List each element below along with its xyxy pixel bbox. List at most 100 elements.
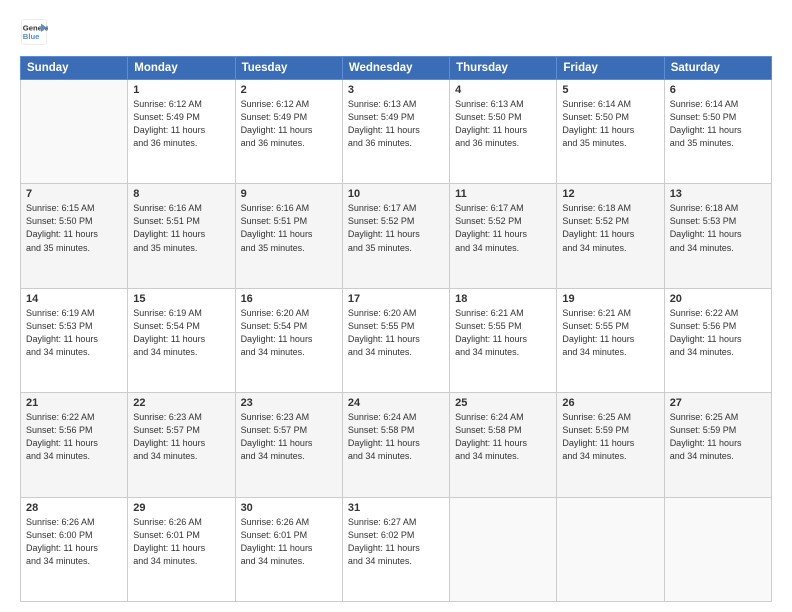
day-number: 3 [348, 84, 444, 96]
day-number: 10 [348, 188, 444, 200]
day-info: Sunrise: 6:19 AMSunset: 5:53 PMDaylight:… [26, 307, 122, 359]
day-number: 6 [670, 84, 766, 96]
day-number: 20 [670, 293, 766, 305]
day-info: Sunrise: 6:22 AMSunset: 5:56 PMDaylight:… [670, 307, 766, 359]
day-number: 24 [348, 397, 444, 409]
week-row-1: 1 Sunrise: 6:12 AMSunset: 5:49 PMDaylight… [21, 80, 772, 184]
calendar-cell: 24 Sunrise: 6:24 AMSunset: 5:58 PMDayligh… [342, 393, 449, 497]
calendar-cell: 26 Sunrise: 6:25 AMSunset: 5:59 PMDayligh… [557, 393, 664, 497]
weekday-header-friday: Friday [557, 57, 664, 80]
day-number: 8 [133, 188, 229, 200]
logo: General Blue [20, 18, 48, 46]
calendar-cell: 19 Sunrise: 6:21 AMSunset: 5:55 PMDayligh… [557, 288, 664, 392]
day-number: 7 [26, 188, 122, 200]
calendar-cell: 5 Sunrise: 6:14 AMSunset: 5:50 PMDaylight… [557, 80, 664, 184]
day-number: 14 [26, 293, 122, 305]
calendar-cell: 7Sunrise: 6:15 AMSunset: 5:50 PMDaylight… [21, 184, 128, 288]
day-number: 17 [348, 293, 444, 305]
day-info: Sunrise: 6:24 AMSunset: 5:58 PMDaylight:… [455, 411, 551, 463]
page: General Blue SundayMondayTuesdayWednesda… [0, 0, 792, 612]
day-info: Sunrise: 6:14 AMSunset: 5:50 PMDaylight:… [670, 98, 766, 150]
day-info: Sunrise: 6:21 AMSunset: 5:55 PMDaylight:… [455, 307, 551, 359]
calendar-cell: 2 Sunrise: 6:12 AMSunset: 5:49 PMDaylight… [235, 80, 342, 184]
calendar-cell: 29Sunrise: 6:26 AMSunset: 6:01 PMDayligh… [128, 497, 235, 601]
week-row-3: 14 Sunrise: 6:19 AMSunset: 5:53 PMDayligh… [21, 288, 772, 392]
day-number: 31 [348, 502, 444, 514]
day-info: Sunrise: 6:22 AMSunset: 5:56 PMDaylight:… [26, 411, 122, 463]
day-info: Sunrise: 6:16 AMSunset: 5:51 PMDaylight:… [241, 202, 337, 254]
day-info: Sunrise: 6:21 AMSunset: 5:55 PMDaylight:… [562, 307, 658, 359]
calendar-cell: 16 Sunrise: 6:20 AMSunset: 5:54 PMDayligh… [235, 288, 342, 392]
day-info: Sunrise: 6:26 AMSunset: 6:01 PMDaylight:… [133, 516, 229, 568]
calendar-cell: 8 Sunrise: 6:16 AMSunset: 5:51 PMDaylight… [128, 184, 235, 288]
day-info: Sunrise: 6:18 AMSunset: 5:53 PMDaylight:… [670, 202, 766, 254]
calendar-cell: 27Sunrise: 6:25 AMSunset: 5:59 PMDayligh… [664, 393, 771, 497]
day-info: Sunrise: 6:20 AMSunset: 5:54 PMDaylight:… [241, 307, 337, 359]
calendar-cell: 9 Sunrise: 6:16 AMSunset: 5:51 PMDaylight… [235, 184, 342, 288]
calendar-cell: 11 Sunrise: 6:17 AMSunset: 5:52 PMDayligh… [450, 184, 557, 288]
day-info: Sunrise: 6:23 AMSunset: 5:57 PMDaylight:… [133, 411, 229, 463]
calendar-cell: 20 Sunrise: 6:22 AMSunset: 5:56 PMDayligh… [664, 288, 771, 392]
svg-text:Blue: Blue [23, 32, 40, 41]
calendar-cell: 17 Sunrise: 6:20 AMSunset: 5:55 PMDayligh… [342, 288, 449, 392]
day-number: 19 [562, 293, 658, 305]
day-number: 15 [133, 293, 229, 305]
calendar-cell: 30Sunrise: 6:26 AMSunset: 6:01 PMDayligh… [235, 497, 342, 601]
day-number: 4 [455, 84, 551, 96]
day-number: 5 [562, 84, 658, 96]
day-number: 28 [26, 502, 122, 514]
day-info: Sunrise: 6:24 AMSunset: 5:58 PMDaylight:… [348, 411, 444, 463]
day-number: 22 [133, 397, 229, 409]
weekday-header-thursday: Thursday [450, 57, 557, 80]
day-number: 2 [241, 84, 337, 96]
day-info: Sunrise: 6:13 AMSunset: 5:49 PMDaylight:… [348, 98, 444, 150]
calendar-cell: 18 Sunrise: 6:21 AMSunset: 5:55 PMDayligh… [450, 288, 557, 392]
calendar-table: SundayMondayTuesdayWednesdayThursdayFrid… [20, 56, 772, 602]
weekday-header-wednesday: Wednesday [342, 57, 449, 80]
calendar-cell: 3 Sunrise: 6:13 AMSunset: 5:49 PMDaylight… [342, 80, 449, 184]
calendar-cell: 14 Sunrise: 6:19 AMSunset: 5:53 PMDayligh… [21, 288, 128, 392]
calendar-cell: 22 Sunrise: 6:23 AMSunset: 5:57 PMDayligh… [128, 393, 235, 497]
day-number: 1 [133, 84, 229, 96]
day-number: 18 [455, 293, 551, 305]
calendar-cell: 10Sunrise: 6:17 AMSunset: 5:52 PMDayligh… [342, 184, 449, 288]
weekday-header-row: SundayMondayTuesdayWednesdayThursdayFrid… [21, 57, 772, 80]
calendar-cell [664, 497, 771, 601]
week-row-2: 7Sunrise: 6:15 AMSunset: 5:50 PMDaylight… [21, 184, 772, 288]
week-row-5: 28 Sunrise: 6:26 AMSunset: 6:00 PMDayligh… [21, 497, 772, 601]
calendar-cell: 21 Sunrise: 6:22 AMSunset: 5:56 PMDayligh… [21, 393, 128, 497]
day-number: 9 [241, 188, 337, 200]
day-number: 11 [455, 188, 551, 200]
calendar-cell: 15 Sunrise: 6:19 AMSunset: 5:54 PMDayligh… [128, 288, 235, 392]
day-number: 12 [562, 188, 658, 200]
day-info: Sunrise: 6:13 AMSunset: 5:50 PMDaylight:… [455, 98, 551, 150]
day-number: 16 [241, 293, 337, 305]
day-info: Sunrise: 6:25 AMSunset: 5:59 PMDaylight:… [670, 411, 766, 463]
day-info: Sunrise: 6:12 AMSunset: 5:49 PMDaylight:… [133, 98, 229, 150]
day-info: Sunrise: 6:19 AMSunset: 5:54 PMDaylight:… [133, 307, 229, 359]
day-info: Sunrise: 6:18 AMSunset: 5:52 PMDaylight:… [562, 202, 658, 254]
day-info: Sunrise: 6:16 AMSunset: 5:51 PMDaylight:… [133, 202, 229, 254]
day-info: Sunrise: 6:26 AMSunset: 6:01 PMDaylight:… [241, 516, 337, 568]
week-row-4: 21 Sunrise: 6:22 AMSunset: 5:56 PMDayligh… [21, 393, 772, 497]
day-info: Sunrise: 6:12 AMSunset: 5:49 PMDaylight:… [241, 98, 337, 150]
calendar-cell [557, 497, 664, 601]
calendar-cell: 6 Sunrise: 6:14 AMSunset: 5:50 PMDaylight… [664, 80, 771, 184]
day-info: Sunrise: 6:14 AMSunset: 5:50 PMDaylight:… [562, 98, 658, 150]
day-info: Sunrise: 6:26 AMSunset: 6:00 PMDaylight:… [26, 516, 122, 568]
day-info: Sunrise: 6:25 AMSunset: 5:59 PMDaylight:… [562, 411, 658, 463]
day-info: Sunrise: 6:27 AMSunset: 6:02 PMDaylight:… [348, 516, 444, 568]
calendar-cell: 28 Sunrise: 6:26 AMSunset: 6:00 PMDayligh… [21, 497, 128, 601]
day-info: Sunrise: 6:17 AMSunset: 5:52 PMDaylight:… [455, 202, 551, 254]
day-number: 25 [455, 397, 551, 409]
day-number: 13 [670, 188, 766, 200]
header: General Blue [20, 18, 772, 46]
day-info: Sunrise: 6:20 AMSunset: 5:55 PMDaylight:… [348, 307, 444, 359]
calendar-cell: 1 Sunrise: 6:12 AMSunset: 5:49 PMDaylight… [128, 80, 235, 184]
calendar-cell: 23Sunrise: 6:23 AMSunset: 5:57 PMDayligh… [235, 393, 342, 497]
day-info: Sunrise: 6:23 AMSunset: 5:57 PMDaylight:… [241, 411, 337, 463]
day-number: 21 [26, 397, 122, 409]
day-number: 26 [562, 397, 658, 409]
calendar-cell [21, 80, 128, 184]
logo-icon: General Blue [20, 18, 48, 46]
